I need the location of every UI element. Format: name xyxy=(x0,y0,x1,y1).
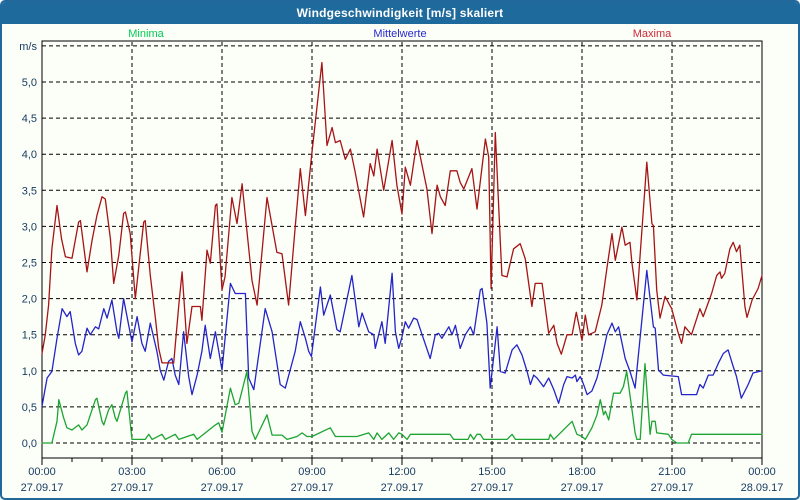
svg-text:27.09.17: 27.09.17 xyxy=(111,482,154,494)
svg-text:27.09.17: 27.09.17 xyxy=(471,482,514,494)
svg-text:0,5: 0,5 xyxy=(22,402,37,414)
svg-text:4,5: 4,5 xyxy=(22,113,37,125)
svg-text:12:00: 12:00 xyxy=(388,466,416,478)
svg-text:5,0: 5,0 xyxy=(22,77,37,89)
svg-text:1,0: 1,0 xyxy=(22,366,37,378)
svg-text:2,5: 2,5 xyxy=(22,258,37,270)
chart-window: Windgeschwindigkeit [m/s] skaliert Minim… xyxy=(0,0,800,500)
svg-text:27.09.17: 27.09.17 xyxy=(651,482,694,494)
svg-text:21:00: 21:00 xyxy=(658,466,686,478)
svg-text:27.09.17: 27.09.17 xyxy=(381,482,424,494)
svg-text:0,0: 0,0 xyxy=(22,438,37,450)
svg-text:4,0: 4,0 xyxy=(22,149,37,161)
svg-text:00:00: 00:00 xyxy=(748,466,776,478)
svg-text:2,0: 2,0 xyxy=(22,294,37,306)
svg-text:15:00: 15:00 xyxy=(478,466,506,478)
svg-text:06:00: 06:00 xyxy=(208,466,236,478)
svg-text:3,0: 3,0 xyxy=(22,221,37,233)
svg-text:27.09.17: 27.09.17 xyxy=(201,482,244,494)
svg-text:03:00: 03:00 xyxy=(118,466,146,478)
svg-text:09:00: 09:00 xyxy=(298,466,326,478)
chart-svg: m/s 5,0 4,5 4,0 3,5 3,0 2,5 2,0 1,5 1,0 0,5 0,0 00:0… xyxy=(19,40,784,494)
svg-text:m/s: m/s xyxy=(19,41,37,53)
svg-text:1,5: 1,5 xyxy=(22,330,37,342)
svg-text:3,5: 3,5 xyxy=(22,185,37,197)
svg-text:27.09.17: 27.09.17 xyxy=(21,482,64,494)
svg-text:28.09.17: 28.09.17 xyxy=(741,482,784,494)
svg-text:00:00: 00:00 xyxy=(28,466,56,478)
svg-text:18:00: 18:00 xyxy=(568,466,596,478)
svg-text:27.09.17: 27.09.17 xyxy=(291,482,334,494)
svg-text:27.09.17: 27.09.17 xyxy=(561,482,604,494)
